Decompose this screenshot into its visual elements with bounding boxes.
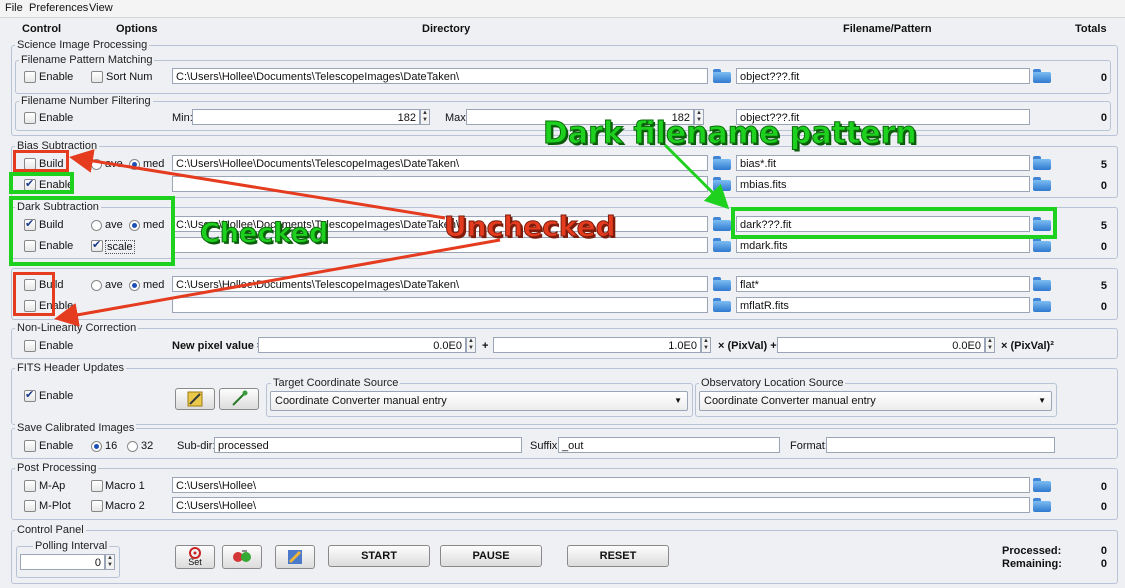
checked-callout: Checked <box>199 218 329 250</box>
dark-pattern-callout: Dark filename pattern <box>543 116 918 152</box>
arrow-to-flat <box>54 238 501 327</box>
arrow-to-dark-pattern <box>663 143 730 210</box>
annotation-arrows <box>54 143 730 327</box>
unchecked-callout: Unchecked <box>444 210 617 244</box>
arrow-to-bias-build <box>69 149 446 220</box>
